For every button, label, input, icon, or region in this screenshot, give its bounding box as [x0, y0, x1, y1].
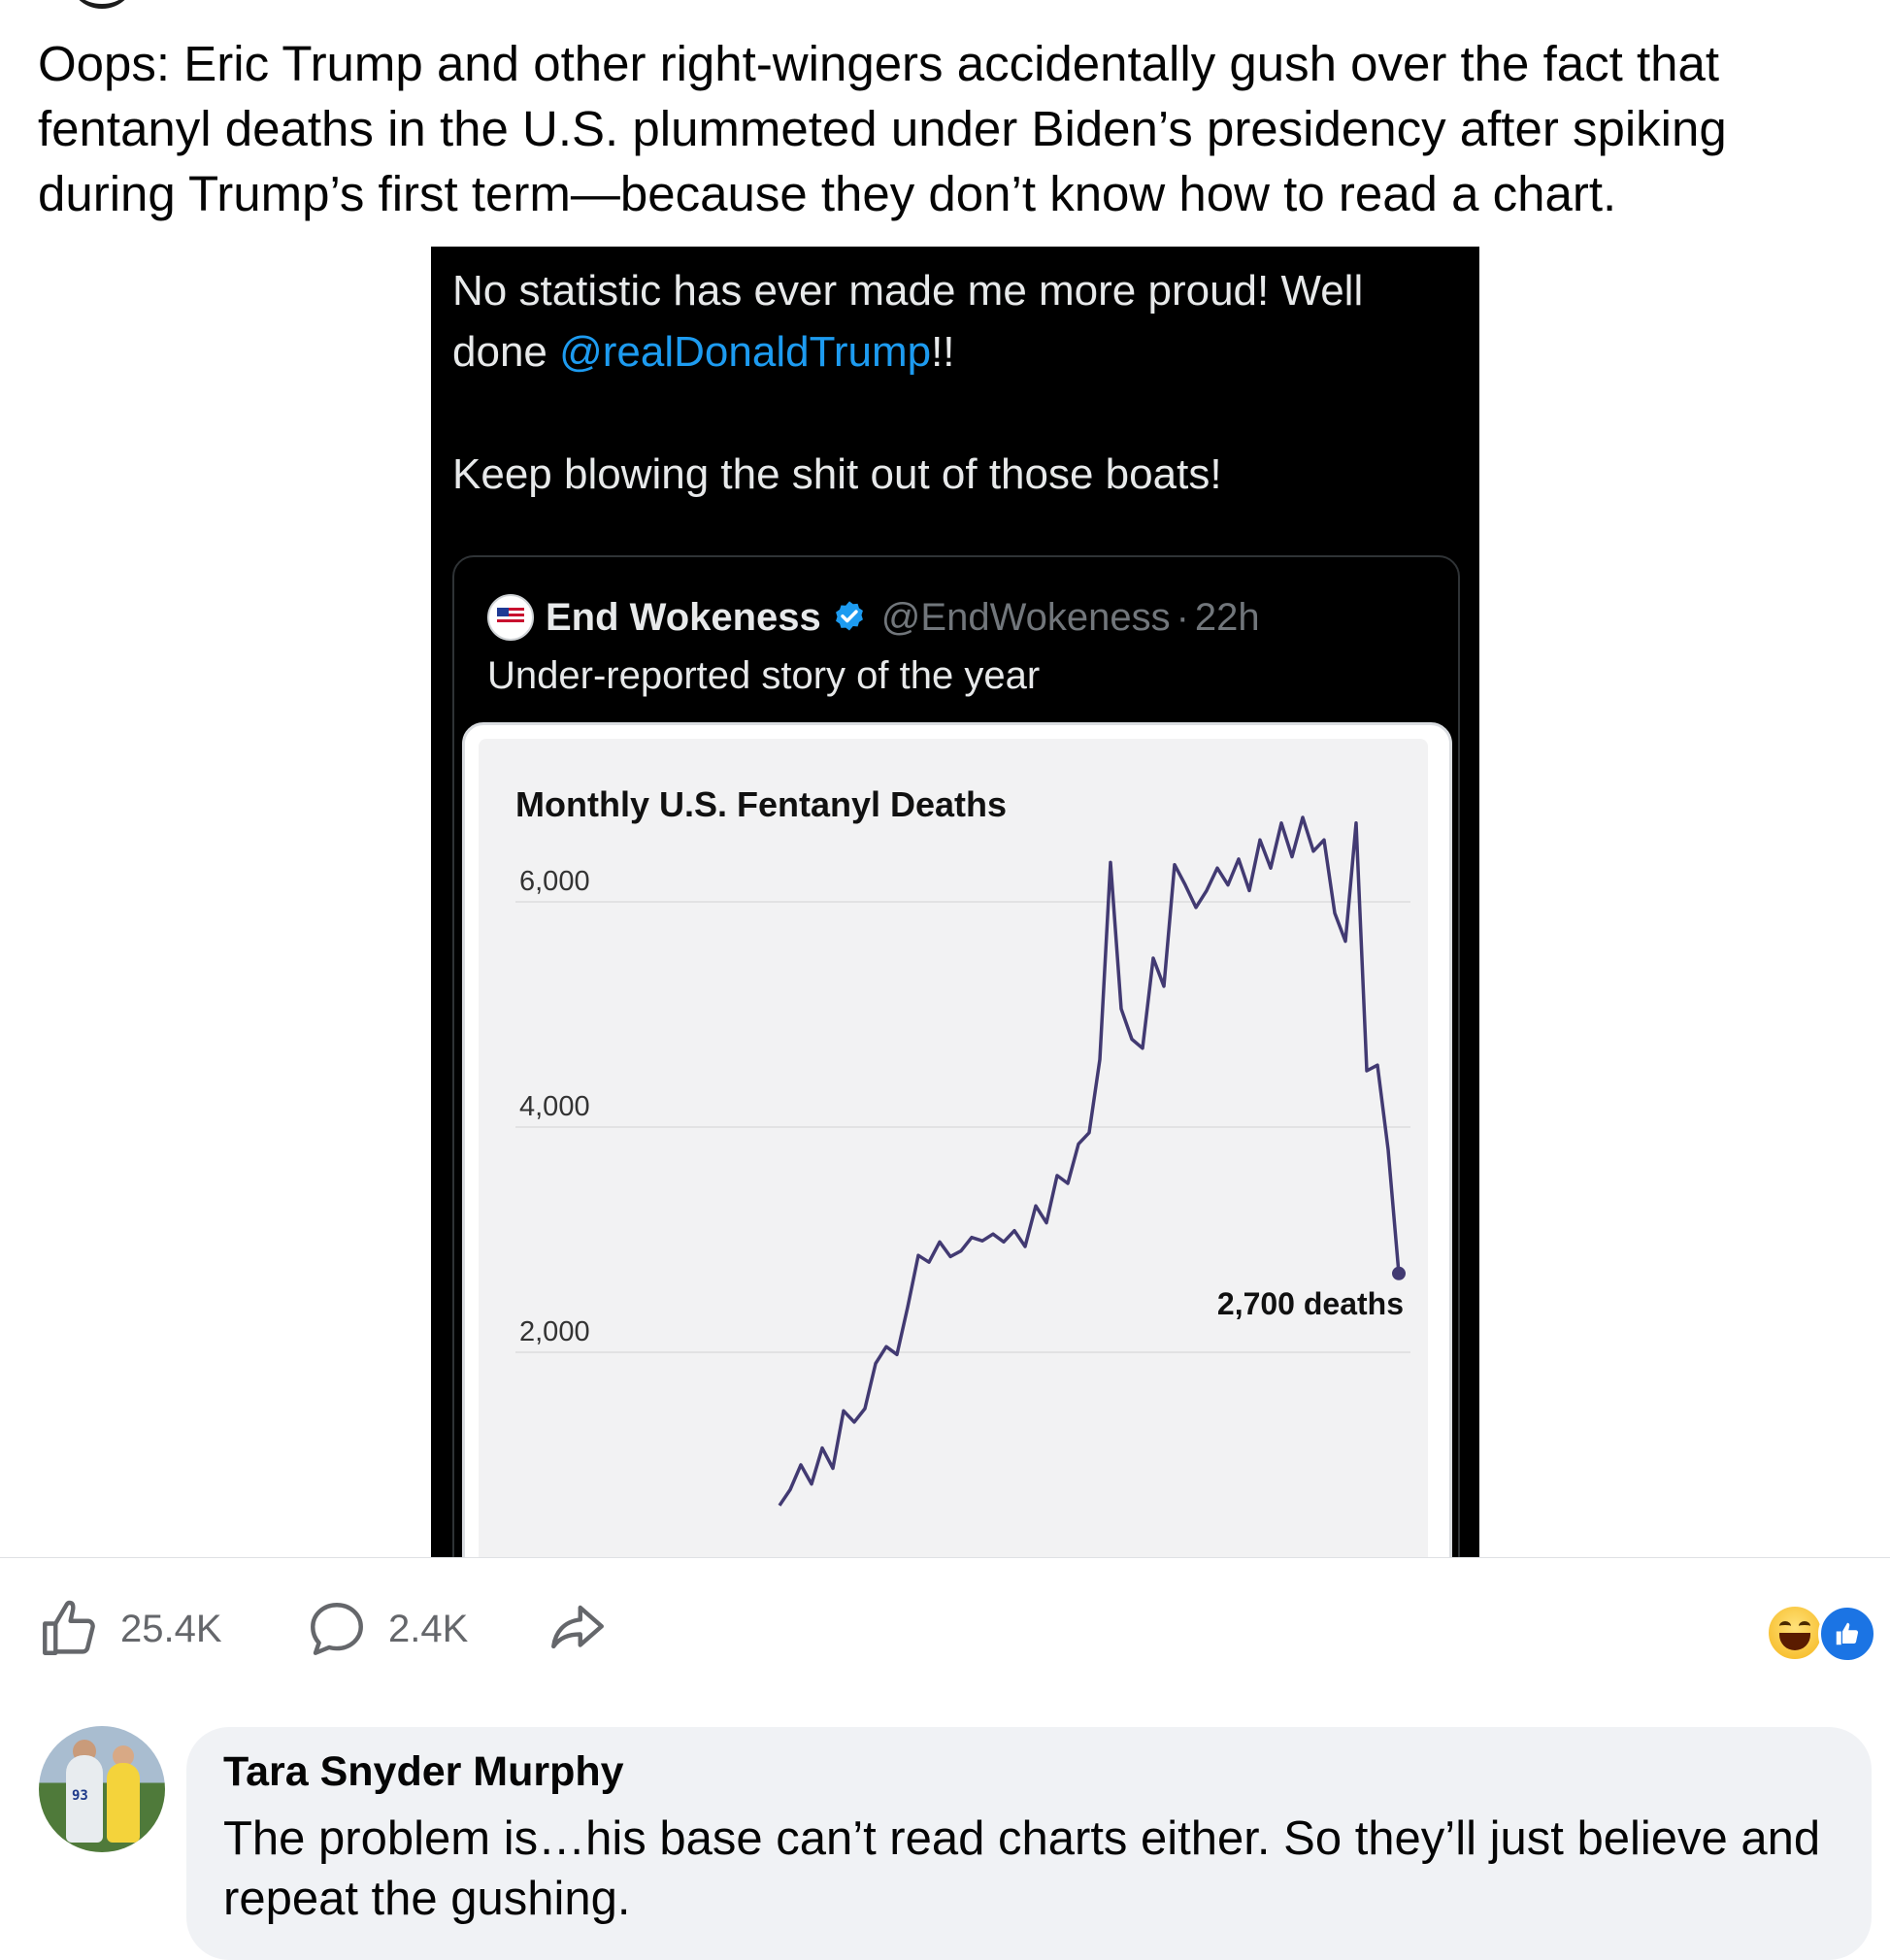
last-point — [1392, 1266, 1406, 1280]
commenter-avatar[interactable]: 93 — [39, 1726, 165, 1852]
dot-separator: · — [1176, 595, 1189, 639]
post-time: 22h — [1194, 595, 1260, 639]
fentanyl-line-chart: Monthly U.S. Fentanyl Deaths 6,000 4,000 2,… — [515, 784, 1410, 1507]
thumbs-up-icon — [43, 1600, 95, 1655]
y-tick-label: 2,000 — [519, 1316, 590, 1347]
quoted-avatar[interactable] — [487, 594, 534, 641]
like-count: 25.4K — [120, 1607, 222, 1650]
mention-link[interactable]: @realDonaldTrump — [559, 328, 931, 376]
embedded-screenshot: No statistic has ever made me more proud… — [431, 247, 1479, 1557]
comment-text: The problem is…his base can’t read chart… — [223, 1812, 1821, 1925]
quoted-tweet-header: End Wokeness @EndWokeness · 22h — [487, 592, 1260, 643]
tweet-text: No statistic has ever made me more proud… — [452, 260, 1462, 505]
y-tick-label: 6,000 — [519, 866, 590, 897]
comment: Tara Snyder Murphy The problem is…his ba… — [186, 1727, 1872, 1960]
tweet-line-2: done @realDonaldTrump!! — [452, 321, 1462, 382]
y-tick-label: 4,000 — [519, 1091, 590, 1122]
chart-title: Monthly U.S. Fentanyl Deaths — [515, 784, 1007, 824]
quoted-tweet-text: Under-reported story of the year — [487, 654, 1041, 697]
verified-badge-icon — [835, 601, 863, 631]
like-button[interactable]: 25.4K — [37, 1595, 222, 1663]
comment-author[interactable]: Tara Snyder Murphy — [223, 1748, 624, 1796]
comment-button[interactable]: 2.4K — [305, 1595, 468, 1663]
comment-count: 2.4K — [388, 1607, 469, 1650]
share-arrow-icon — [551, 1605, 604, 1649]
chart-annotation: 2,700 deaths — [1217, 1286, 1404, 1321]
series-line — [778, 815, 1401, 1507]
actions-divider — [0, 1557, 1890, 1558]
tweet-line-2-suffix: !! — [931, 328, 955, 376]
profile-avatar-edge — [68, 0, 136, 9]
tweet-line-2-prefix: done — [452, 328, 560, 376]
tweet-line-1: No statistic has ever made me more proud… — [452, 267, 1364, 315]
quoted-handle: @EndWokeness — [880, 595, 1171, 639]
chart-card[interactable]: Monthly U.S. Fentanyl Deaths 6,000 4,000 2,… — [462, 722, 1452, 1557]
quoted-tweet[interactable]: End Wokeness @EndWokeness · 22h Under-re… — [452, 555, 1460, 1557]
chart-area: Monthly U.S. Fentanyl Deaths 6,000 4,000 2,… — [479, 739, 1428, 1557]
quoted-author-name[interactable]: End Wokeness — [546, 596, 821, 640]
like-reaction-icon — [1818, 1605, 1876, 1663]
tweet-line-3: Keep blowing the shit out of those boats… — [452, 450, 1222, 498]
share-button[interactable] — [544, 1595, 631, 1663]
haha-reaction-icon — [1766, 1604, 1824, 1662]
post-text: Oops: Eric Trump and other right-wingers… — [38, 36, 1727, 221]
speech-bubble-icon — [311, 1603, 363, 1655]
reaction-summary[interactable] — [1766, 1604, 1876, 1663]
